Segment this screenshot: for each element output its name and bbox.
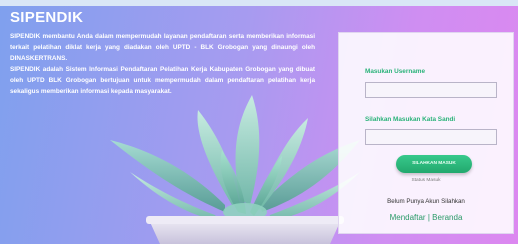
login-page: SIPENDIK SIPENDIK membantu Anda dalam me… <box>0 0 518 244</box>
login-button[interactable]: SILAHKAN MASUK <box>396 155 472 173</box>
home-link[interactable]: Beranda <box>432 213 462 222</box>
username-input[interactable] <box>365 82 497 98</box>
login-status: Status Masuk <box>411 178 441 183</box>
login-panel: Masukan Username Silahkan Masukan Kata S… <box>338 32 514 234</box>
username-label: Masukan Username <box>365 68 426 75</box>
top-strip <box>0 0 518 6</box>
no-account-text: Belum Punya Akun Silahkan <box>387 198 465 205</box>
auth-links: Mendaftar | Beranda <box>339 213 513 222</box>
link-separator: | <box>427 213 430 222</box>
app-description-2: SIPENDIK adalah Sistem Informasi Pendaft… <box>10 66 315 95</box>
password-input[interactable] <box>365 129 497 145</box>
password-label: Silahkan Masukan Kata Sandi <box>365 116 456 123</box>
register-link[interactable]: Mendaftar <box>390 213 426 222</box>
app-description-1: SIPENDIK membantu Anda dalam mempermudah… <box>10 33 315 62</box>
app-title: SIPENDIK <box>10 9 84 26</box>
